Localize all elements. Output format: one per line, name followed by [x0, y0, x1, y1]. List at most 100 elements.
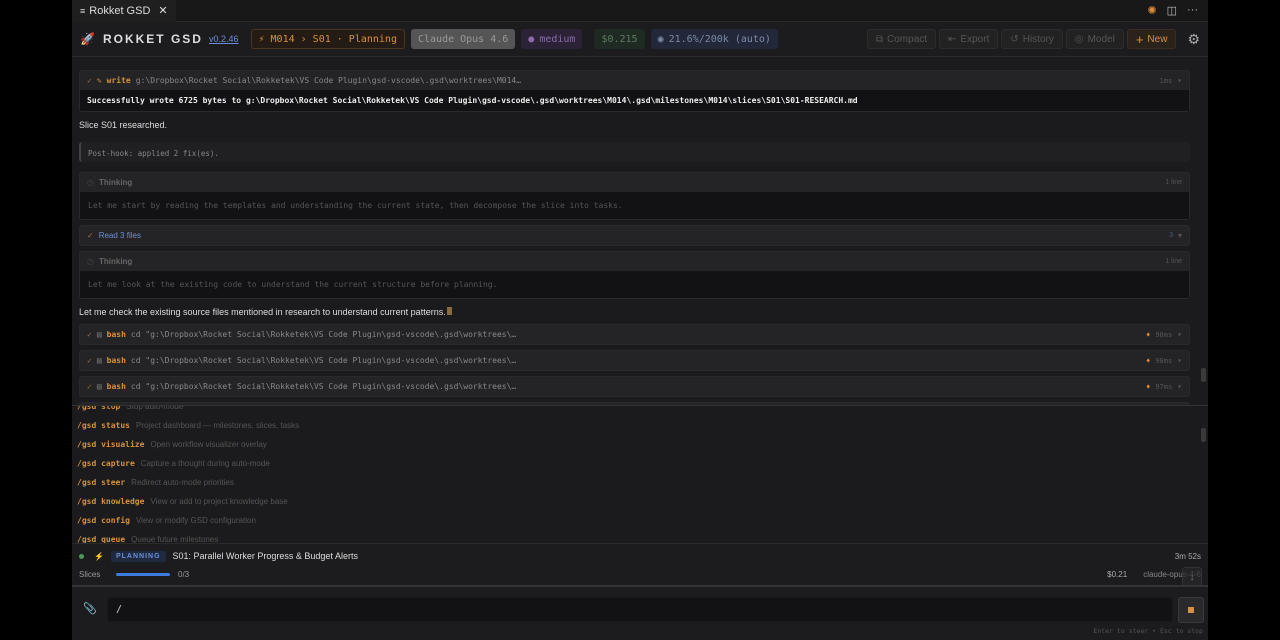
elapsed-time: 3m 52s: [1174, 551, 1201, 561]
model-badge[interactable]: Claude Opus 4.6: [410, 29, 516, 49]
tool-name: bash: [106, 356, 126, 365]
stop-button[interactable]: [1178, 597, 1204, 623]
thinking-text: Let me start by reading the templates an…: [80, 192, 1189, 219]
compact-button[interactable]: ⧉ Compact: [866, 29, 937, 49]
bash-tool-call[interactable]: ✓ ▤ bash cd "g:\Dropbox\Rocket Social\Rokke…: [79, 376, 1190, 397]
command-desc: View or modify GSD configuration: [135, 516, 256, 525]
command-item[interactable]: /gsd queue Queue future milestones: [72, 530, 1208, 543]
flame-icon: ♦: [1146, 356, 1151, 365]
new-button[interactable]: + New: [1126, 29, 1177, 49]
command-desc: Queue future milestones: [131, 535, 219, 543]
slices-label: Slices: [79, 569, 101, 579]
chat-scrollbar[interactable]: [1201, 368, 1206, 382]
scroll-down-button[interactable]: ↓: [1182, 567, 1202, 587]
command-item[interactable]: /gsd knowledge View or add to project kno…: [72, 492, 1208, 511]
thinking-block[interactable]: ◷ Thinking 1 line Let me look at the exist…: [79, 251, 1190, 299]
check-icon: ✓: [87, 76, 92, 85]
model-button[interactable]: ◎ Model: [1065, 29, 1124, 49]
command-item[interactable]: /gsd stop Stop auto-mode: [72, 405, 1208, 416]
write-tool-call[interactable]: ✓ ✎ write g:\Dropbox\Rocket Social\Rokketek…: [79, 70, 1190, 112]
bolt-icon: ⚡: [258, 33, 265, 45]
status-dot: [79, 553, 84, 559]
new-label: New: [1147, 33, 1168, 45]
plus-icon: +: [1135, 31, 1144, 47]
tool-output: Successfully wrote 6725 bytes to g:\Drop…: [80, 90, 1189, 111]
palette-scrollbar[interactable]: [1201, 428, 1206, 442]
bash-tool-call[interactable]: ✓ ▤ bash cd "g:\Dropbox\Rocket Social\Rokke…: [79, 324, 1190, 345]
slices-progress-bar: [116, 572, 170, 576]
brain-icon: ●: [528, 33, 535, 45]
input-bar: 📎 Enter to steer • Esc to stop: [72, 585, 1208, 640]
breadcrumb[interactable]: ⚡ M014 › S01 · Planning: [250, 29, 405, 49]
tool-time: 1ms: [1159, 76, 1173, 85]
tool-name: bash: [106, 382, 126, 391]
phase-badge: PLANNING: [110, 550, 166, 562]
split-editor-icon[interactable]: ◫: [1167, 4, 1177, 17]
assistant-message: Let me check the existing source files m…: [79, 307, 1190, 317]
command-palette: /gsd stop Stop auto-mode/gsd status Projec…: [72, 405, 1208, 543]
command-item[interactable]: /gsd capture Capture a thought during aut…: [72, 454, 1208, 473]
close-icon[interactable]: ✕: [158, 4, 167, 17]
command-item[interactable]: /gsd steer Redirect auto-mode priorities: [72, 473, 1208, 492]
gear-icon[interactable]: ⚙: [1187, 31, 1200, 48]
tool-args: cd "g:\Dropbox\Rocket Social\Rokketek\VS…: [130, 382, 517, 391]
thinking-block[interactable]: ◷ Thinking 1 line Let me start by reading …: [79, 172, 1190, 220]
rocket-icon: 🚀: [80, 32, 97, 46]
bolt-icon: ⚡: [94, 551, 104, 561]
chevron-icon: ▾: [1177, 356, 1182, 365]
thinking-label: Thinking: [98, 178, 133, 187]
tab-rokket-gsd[interactable]: ≡ Rokket GSD ✕: [72, 0, 176, 22]
command-name: /gsd queue: [77, 535, 126, 543]
command-item[interactable]: /gsd config View or modify GSD configurat…: [72, 511, 1208, 530]
effort-badge[interactable]: ● medium: [521, 29, 583, 49]
model-icon: ◎: [1074, 33, 1084, 45]
chevron-icon: ▾: [1177, 382, 1182, 391]
version-link[interactable]: v0.2.46: [209, 34, 239, 44]
clock-icon: ◷: [87, 257, 94, 266]
more-icon[interactable]: ···: [1187, 4, 1198, 17]
paperclip-icon[interactable]: 📎: [83, 602, 97, 615]
terminal-icon: ▤: [96, 382, 102, 391]
history-icon: ↺: [1010, 33, 1019, 45]
tab-bar: ≡ Rokket GSD ✕ ✺ ◫ ···: [72, 0, 1208, 22]
flame-icon: ♦: [1146, 330, 1151, 339]
export-button[interactable]: ⇤ Export: [939, 29, 999, 49]
export-label: Export: [960, 33, 990, 45]
context-icon: ◉: [657, 33, 664, 45]
breadcrumb-text: M014 › S01 · Planning: [270, 33, 397, 45]
tool-args: cd "g:\Dropbox\Rocket Social\Rokketek\VS…: [130, 330, 517, 339]
thinking-meta: 1 line: [1165, 258, 1182, 265]
command-name: /gsd knowledge: [77, 497, 145, 506]
history-button[interactable]: ↺ History: [1001, 29, 1063, 49]
command-desc: Project dashboard — milestones, slices, …: [135, 421, 300, 430]
export-icon: ⇤: [948, 33, 957, 45]
command-desc: Open workflow visualizer overlay: [150, 440, 267, 449]
read-files-group[interactable]: ✓ Read 3 files 3 ▾: [79, 225, 1190, 246]
command-desc: View or add to project knowledge base: [150, 497, 288, 506]
brand: 🚀 ROKKET GSD: [80, 32, 203, 46]
command-item[interactable]: /gsd visualize Open workflow visualizer o…: [72, 435, 1208, 454]
command-name: /gsd stop: [77, 405, 121, 411]
input-hint: Enter to steer • Esc to stop: [1093, 627, 1203, 635]
tool-name: write: [106, 76, 131, 85]
app-window: ≡ Rokket GSD ✕ ✺ ◫ ··· 🚀 ROKKET GSD v0.2.…: [72, 0, 1208, 640]
tool-args: cd "g:\Dropbox\Rocket Social\Rokketek\VS…: [130, 356, 517, 365]
chat-log: ✓ ✎ write g:\Dropbox\Rocket Social\Rokketek…: [72, 57, 1208, 405]
chevron-icon: ▾: [1177, 76, 1182, 85]
command-item[interactable]: /gsd status Project dashboard — milestone…: [72, 416, 1208, 435]
tool-args: g:\Dropbox\Rocket Social\Rokketek\VS Cod…: [135, 76, 522, 85]
sparkle-icon[interactable]: ✺: [1147, 4, 1156, 17]
brand-name: ROKKET GSD: [102, 32, 203, 46]
slices-progress-text: 0/3: [178, 569, 190, 579]
flame-icon: ♦: [1146, 382, 1151, 391]
slice-title: S01: Parallel Worker Progress & Budget A…: [172, 551, 358, 561]
check-icon: ✓: [87, 356, 92, 365]
check-icon: ✓: [87, 330, 92, 339]
thinking-label: Thinking: [98, 257, 133, 266]
context-text: 21.6%/200k (auto): [668, 33, 771, 45]
message-input[interactable]: [107, 597, 1173, 622]
tab-title: Rokket GSD: [89, 4, 151, 17]
bash-tool-call[interactable]: ✓ ▤ bash cd "g:\Dropbox\Rocket Social\Rokke…: [79, 350, 1190, 371]
file-icon: ≡: [80, 5, 86, 16]
command-desc: Capture a thought during auto-mode: [140, 459, 270, 468]
